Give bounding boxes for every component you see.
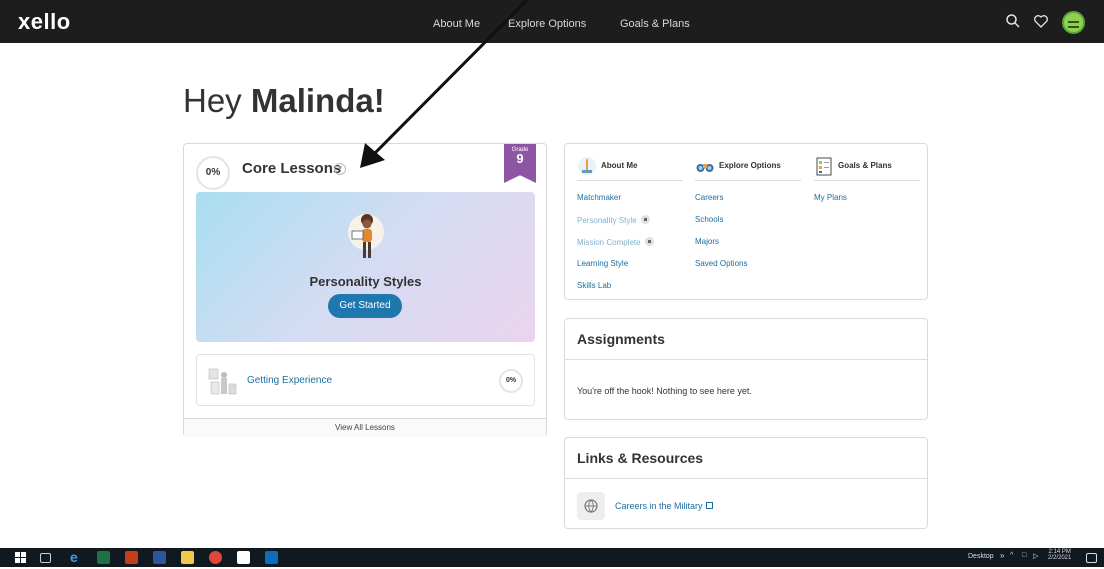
globe-icon: [577, 492, 605, 520]
column-title: Goals & Plans: [838, 161, 892, 170]
column-header: Explore Options: [695, 156, 801, 181]
greeting-name: Malinda!: [250, 82, 385, 119]
column-header: Goals & Plans: [814, 156, 920, 181]
lesson-progress: 0%: [499, 369, 523, 393]
view-all-lessons-link[interactable]: View All Lessons: [184, 418, 546, 437]
search-icon[interactable]: [1005, 13, 1021, 34]
link-majors[interactable]: Majors: [695, 237, 801, 247]
annotation-arrow-icon: [360, 0, 529, 168]
column-title: Explore Options: [719, 161, 781, 170]
powerpoint-icon[interactable]: [125, 551, 138, 564]
file-explorer-icon[interactable]: [181, 551, 194, 564]
lesson-thumbnail-icon: [208, 368, 237, 395]
link-matchmaker[interactable]: Matchmaker: [577, 193, 683, 203]
link-label: Personality Style: [577, 216, 637, 225]
greeting: Hey Malinda!: [183, 82, 385, 120]
grade-number: 9: [516, 151, 524, 166]
resource-link[interactable]: Careers in the Military: [615, 501, 713, 511]
chevron-right-icon[interactable]: »: [1000, 551, 1004, 560]
goals-plans-column: Goals & Plans My Plans: [814, 156, 920, 203]
task-view-icon[interactable]: [40, 553, 51, 563]
chevron-down-icon[interactable]: ▼: [334, 163, 346, 175]
core-lessons-progress: 0%: [196, 156, 230, 190]
about-me-icon: [578, 157, 596, 175]
chevron-up-icon[interactable]: ^: [1010, 552, 1013, 559]
column-title: About Me: [601, 161, 638, 170]
excel-icon[interactable]: [97, 551, 110, 564]
divider: [565, 478, 927, 479]
lesson-hero: Personality Styles Get Started: [196, 192, 535, 342]
link-careers[interactable]: Careers: [695, 193, 801, 203]
column-header: About Me: [577, 156, 683, 181]
windows-start-icon[interactable]: [14, 551, 27, 564]
lesson-name[interactable]: Getting Experience: [247, 375, 332, 386]
link-mission-complete[interactable]: Mission Complete: [577, 237, 683, 247]
greeting-hey: Hey: [183, 82, 242, 119]
resource-link-label: Careers in the Military: [615, 501, 703, 511]
binoculars-icon: [696, 164, 714, 172]
heart-icon[interactable]: [1033, 13, 1049, 34]
volume-icon[interactable]: ▷: [1033, 552, 1038, 560]
get-started-button[interactable]: Get Started: [328, 294, 402, 318]
word-icon[interactable]: [153, 551, 166, 564]
top-nav: xello About Me Explore Options Goals & P…: [0, 0, 1104, 43]
lock-icon: [644, 237, 654, 246]
list-item[interactable]: Getting Experience 0%: [196, 354, 535, 406]
app-icon[interactable]: [237, 551, 250, 564]
clock[interactable]: 2:14 PM 2/2/2021: [1048, 549, 1071, 561]
edge-browser-icon[interactable]: e: [70, 550, 83, 564]
network-icon[interactable]: □: [1022, 552, 1026, 559]
lock-icon: [640, 215, 650, 224]
avatar[interactable]: [1062, 11, 1085, 34]
external-link-icon: [705, 502, 713, 509]
explore-options-column: Explore Options Careers Schools Majors S…: [695, 156, 801, 269]
chrome-icon[interactable]: [209, 551, 222, 564]
assignments-empty-message: You're off the hook! Nothing to see here…: [577, 386, 752, 396]
links-resources-card: Links & Resources Careers in the Militar…: [564, 437, 928, 529]
lesson-hero-title: Personality Styles: [309, 274, 422, 289]
assignments-title: Assignments: [577, 331, 665, 347]
core-lessons-title[interactable]: Core Lessons: [242, 160, 341, 177]
checklist-icon: [816, 157, 832, 176]
link-skills-lab[interactable]: Skills Lab: [577, 281, 683, 291]
nav-explore-options[interactable]: Explore Options: [508, 18, 586, 30]
nav-about-me[interactable]: About Me: [433, 18, 480, 30]
about-me-column: About Me Matchmaker Personality Style Mi…: [577, 156, 683, 291]
notifications-icon[interactable]: [1086, 553, 1097, 563]
assignments-card: Assignments You're off the hook! Nothing…: [564, 318, 928, 420]
desktop-label[interactable]: Desktop: [968, 553, 994, 560]
nav-goals-plans[interactable]: Goals & Plans: [620, 18, 690, 30]
links-resources-title: Links & Resources: [577, 450, 704, 466]
grade-badge: Grade 9: [504, 144, 536, 183]
student-illustration-icon: [348, 214, 384, 258]
link-learning-style[interactable]: Learning Style: [577, 259, 683, 269]
link-saved-options[interactable]: Saved Options: [695, 259, 801, 269]
core-lessons-card: 0% Core Lessons ▼ Grade 9 Personality St…: [183, 143, 547, 437]
divider: [565, 359, 927, 360]
navigation-card: About Me Matchmaker Personality Style Mi…: [564, 143, 928, 300]
link-schools[interactable]: Schools: [695, 215, 801, 225]
xello-logo[interactable]: xello: [18, 9, 71, 35]
link-label: Mission Complete: [577, 238, 641, 247]
link-my-plans[interactable]: My Plans: [814, 193, 920, 203]
windows-taskbar: e Desktop » ^ □ ▷ 2:14 PM 2/2/2021: [0, 548, 1104, 567]
link-personality-style[interactable]: Personality Style: [577, 215, 683, 225]
clock-date: 2/2/2021: [1048, 555, 1072, 561]
outlook-icon[interactable]: [265, 551, 278, 564]
